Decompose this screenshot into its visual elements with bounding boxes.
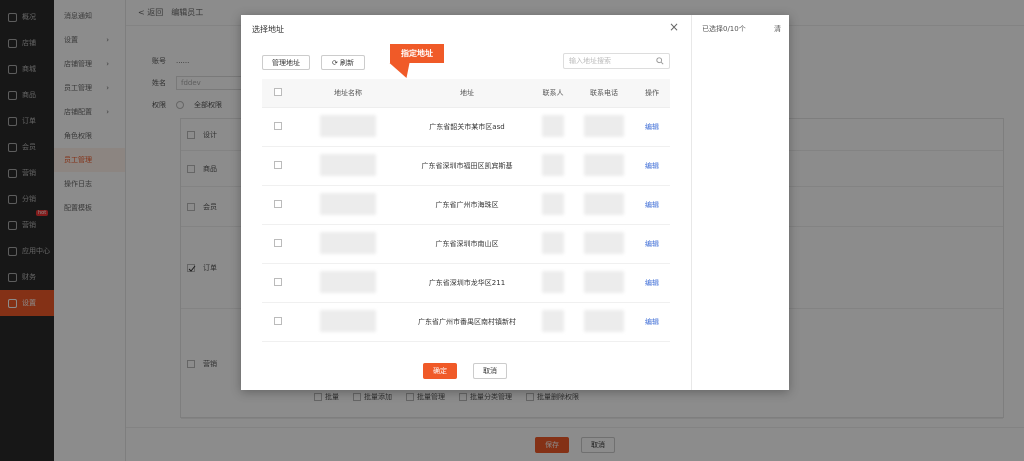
confirm-button[interactable]: 确定 [423,363,457,379]
dialog-footer: 确定 取消 [423,363,507,379]
clear-link[interactable]: 清 [774,24,781,34]
edit-link[interactable]: 编辑 [645,240,659,248]
redacted-phone [584,309,624,332]
row-checkbox[interactable] [274,238,282,247]
callout-arrow [389,63,417,78]
redacted-contact [542,309,564,332]
edit-link[interactable]: 编辑 [645,318,659,326]
table-row[interactable]: 广东省广州市海珠区 编辑 [262,185,670,225]
dialog-title: 选择地址 [252,25,284,34]
redacted-name [320,231,376,254]
redacted-contact [542,192,564,215]
address-cell: 广东省深圳市龙华区211 [402,263,532,303]
edit-link[interactable]: 编辑 [645,162,659,170]
redacted-phone [584,231,624,254]
redacted-phone [584,153,624,176]
col-phone: 联系电话 [574,79,634,108]
col-name: 地址名称 [294,79,402,108]
col-address: 地址 [402,79,532,108]
edit-link[interactable]: 编辑 [645,279,659,287]
col-contact: 联系人 [532,79,574,108]
dialog-cancel-button[interactable]: 取消 [473,363,507,379]
redacted-phone [584,192,624,215]
selected-pane: 已选择0/10个 清 [691,15,789,390]
row-checkbox[interactable] [274,160,282,169]
redacted-name [320,114,376,137]
col-action: 操作 [634,79,670,108]
row-checkbox[interactable] [274,316,282,325]
edit-link[interactable]: 编辑 [645,201,659,209]
address-search[interactable] [563,53,670,69]
table-row[interactable]: 广东省韶关市某市区asd 编辑 [262,107,670,147]
redacted-contact [542,270,564,293]
manage-address-button[interactable]: 管理地址 [262,55,310,70]
table-header: 地址名称 地址 联系人 联系电话 操作 [262,79,670,108]
row-checkbox[interactable] [274,121,282,130]
address-table: 地址名称 地址 联系人 联系电话 操作 广东省韶关市某市区asd 编辑 广东省深圳市… [262,79,670,342]
redacted-contact [542,153,564,176]
redacted-name [320,309,376,332]
edit-link[interactable]: 编辑 [645,123,659,131]
address-dialog: 选择地址 × 已选择0/10个 清 管理地址 ⟳ 刷新 指定地址 地址名称 地址… [241,15,789,390]
address-cell: 广东省深圳市福田区凯宾斯基 [402,146,532,186]
redacted-contact [542,114,564,137]
redacted-name [320,153,376,176]
table-row[interactable]: 广东省深圳市福田区凯宾斯基 编辑 [262,146,670,186]
selected-count: 已选择0/10个 [702,25,746,33]
table-row[interactable]: 广东省深圳市龙华区211 编辑 [262,263,670,303]
close-icon[interactable]: × [669,21,679,33]
select-all-checkbox[interactable] [274,87,282,96]
address-cell: 广东省韶关市某市区asd [402,107,532,147]
row-checkbox[interactable] [274,199,282,208]
callout-label: 指定地址 [390,44,444,63]
address-cell: 广东省广州市番禺区南村镇新村 [402,302,532,342]
table-row[interactable]: 广东省深圳市南山区 编辑 [262,224,670,264]
address-cell: 广东省深圳市南山区 [402,224,532,264]
redacted-name [320,270,376,293]
row-checkbox[interactable] [274,277,282,286]
address-cell: 广东省广州市海珠区 [402,185,532,225]
search-icon[interactable] [656,57,664,65]
redacted-phone [584,114,624,137]
redacted-name [320,192,376,215]
redacted-contact [542,231,564,254]
refresh-button[interactable]: ⟳ 刷新 [321,55,365,70]
table-row[interactable]: 广东省广州市番禺区南村镇新村 编辑 [262,302,670,342]
search-input[interactable] [569,57,649,65]
redacted-phone [584,270,624,293]
